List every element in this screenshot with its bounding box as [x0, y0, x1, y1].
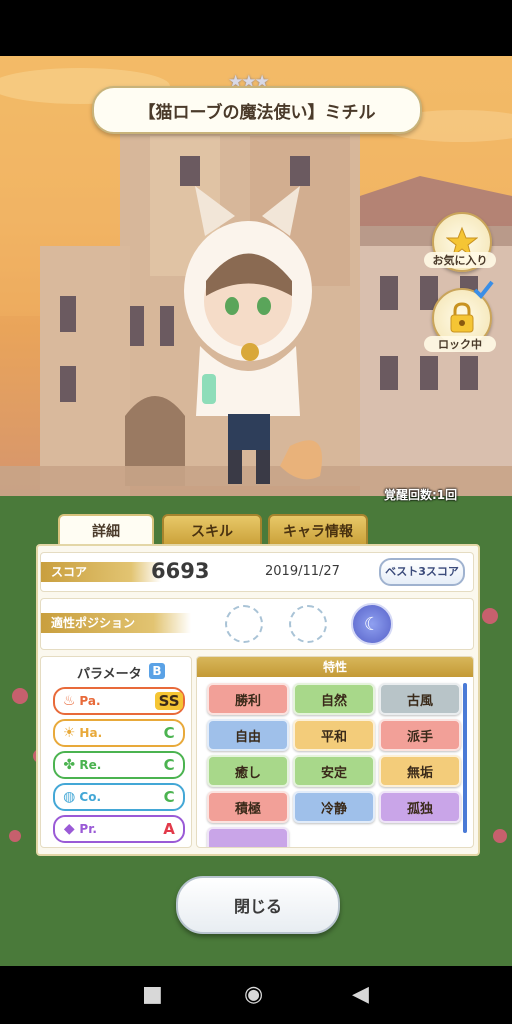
close-button[interactable]: 閉じる [176, 876, 340, 934]
flame-icon: ♨ [62, 693, 76, 709]
best3-score-button[interactable]: ベスト3スコア [379, 558, 465, 586]
param-name: Ha. [79, 726, 103, 740]
favorite-label: お気に入り [424, 252, 496, 268]
android-nav-bar: ■ ◉ ◀ [0, 966, 512, 1024]
trait-chip: 自由 [207, 719, 289, 751]
lock-icon [450, 302, 474, 333]
param-rank: C [163, 788, 175, 806]
score-value: 6693 [151, 559, 210, 583]
param-rank: SS [155, 692, 183, 710]
parameter-box: パラメータ B ♨ Pa. SS ☀ Ha. C ✤ Re. C ◍ Co. C [40, 656, 192, 848]
card-title: 【猫ローブの魔法使い】ミチル [138, 102, 376, 123]
param-name: Pa. [79, 694, 101, 708]
trait-chip-partial [207, 827, 289, 847]
position-slot-filled: ☾ [351, 603, 393, 645]
awaken-count: 覚醒回数:1回 [384, 488, 458, 502]
param-row-pa: ♨ Pa. SS [53, 687, 185, 715]
checkmark-icon [473, 280, 494, 300]
trait-chip: 古風 [379, 683, 461, 715]
trait-chip: 積極 [207, 791, 289, 823]
recent-apps-icon[interactable]: ■ [142, 981, 163, 1009]
position-label: 適性ポジション [41, 613, 191, 633]
position-row: 適性ポジション ☾ [40, 598, 474, 650]
clover-icon: ✤ [63, 757, 76, 773]
tab-label: キャラ情報 [283, 524, 353, 540]
score-date: 2019/11/27 [265, 564, 340, 579]
parameter-overall-rank: B [149, 663, 165, 679]
water-icon: ◍ [63, 789, 76, 805]
trait-chip: 無垢 [379, 755, 461, 787]
param-name: Re. [79, 758, 102, 772]
param-row-ha: ☀ Ha. C [53, 719, 185, 747]
trait-chip: 孤独 [379, 791, 461, 823]
trait-chip: 平和 [293, 719, 375, 751]
detail-panel: スコア 6693 2019/11/27 ベスト3スコア 適性ポジション ☾ パラ… [36, 544, 480, 856]
trait-chip: 派手 [379, 719, 461, 751]
trait-scrollbar[interactable] [463, 683, 467, 833]
tab-label: 詳細 [92, 524, 120, 540]
home-icon[interactable]: ◉ [244, 981, 263, 1009]
trait-chip: 勝利 [207, 683, 289, 715]
param-rank: C [163, 756, 175, 774]
card-title-plate: 【猫ローブの魔法使い】ミチル [92, 86, 422, 134]
param-row-pr: ◆ Pr. A [53, 815, 185, 843]
gem-icon: ◆ [63, 821, 75, 837]
character-scene: ★★★ 【猫ローブの魔法使い】ミチル お気に入り ロック中 覚醒回数:1回 詳細… [0, 56, 512, 966]
param-name: Co. [79, 790, 102, 804]
score-row: スコア 6693 2019/11/27 ベスト3スコア [40, 552, 474, 592]
trait-chip: 安定 [293, 755, 375, 787]
tab-character-info[interactable]: キャラ情報 [268, 514, 368, 548]
status-bar [0, 0, 512, 56]
close-button-label: 閉じる [233, 897, 282, 916]
param-name: Pr. [79, 822, 97, 836]
back-icon[interactable]: ◀ [352, 981, 369, 1009]
position-slot-empty [289, 605, 327, 643]
tab-label: スキル [191, 524, 233, 540]
score-label: スコア [41, 562, 161, 582]
param-rank: C [163, 724, 175, 742]
sun-icon: ☀ [62, 725, 76, 741]
tab-skill[interactable]: スキル [162, 514, 262, 548]
moon-icon: ☾ [363, 613, 381, 635]
position-slot-empty [225, 605, 263, 643]
param-rank: A [163, 820, 175, 838]
trait-title: 特性 [197, 657, 473, 677]
param-row-co: ◍ Co. C [53, 783, 185, 811]
trait-chip: 冷静 [293, 791, 375, 823]
parameter-title: パラメータ [77, 667, 142, 682]
trait-box: 特性 勝利 自然 古風 自由 平和 派手 癒し 安定 無垢 積極 冷静 孤独 [196, 656, 474, 848]
tab-details[interactable]: 詳細 [58, 514, 154, 546]
trait-chip: 自然 [293, 683, 375, 715]
trait-chip: 癒し [207, 755, 289, 787]
param-row-re: ✤ Re. C [53, 751, 185, 779]
lock-label: ロック中 [424, 336, 496, 352]
